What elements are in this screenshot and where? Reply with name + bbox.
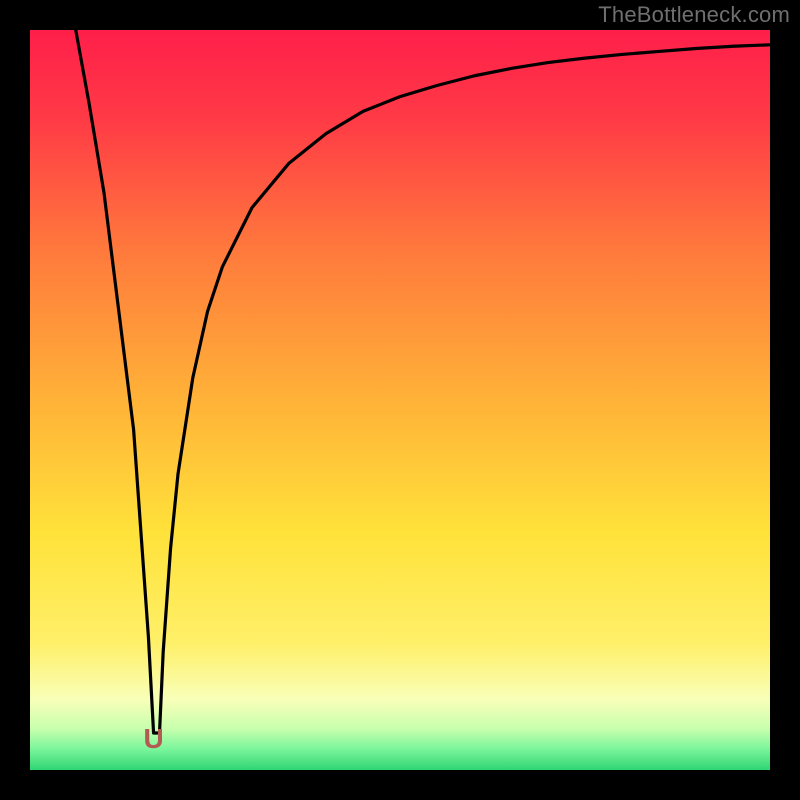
marker-minimum: U <box>143 725 163 753</box>
chart-frame: U TheBottleneck.com <box>0 0 800 800</box>
bottleneck-curve <box>30 30 770 770</box>
watermark-text: TheBottleneck.com <box>598 2 790 28</box>
plot-area: U <box>30 30 770 770</box>
